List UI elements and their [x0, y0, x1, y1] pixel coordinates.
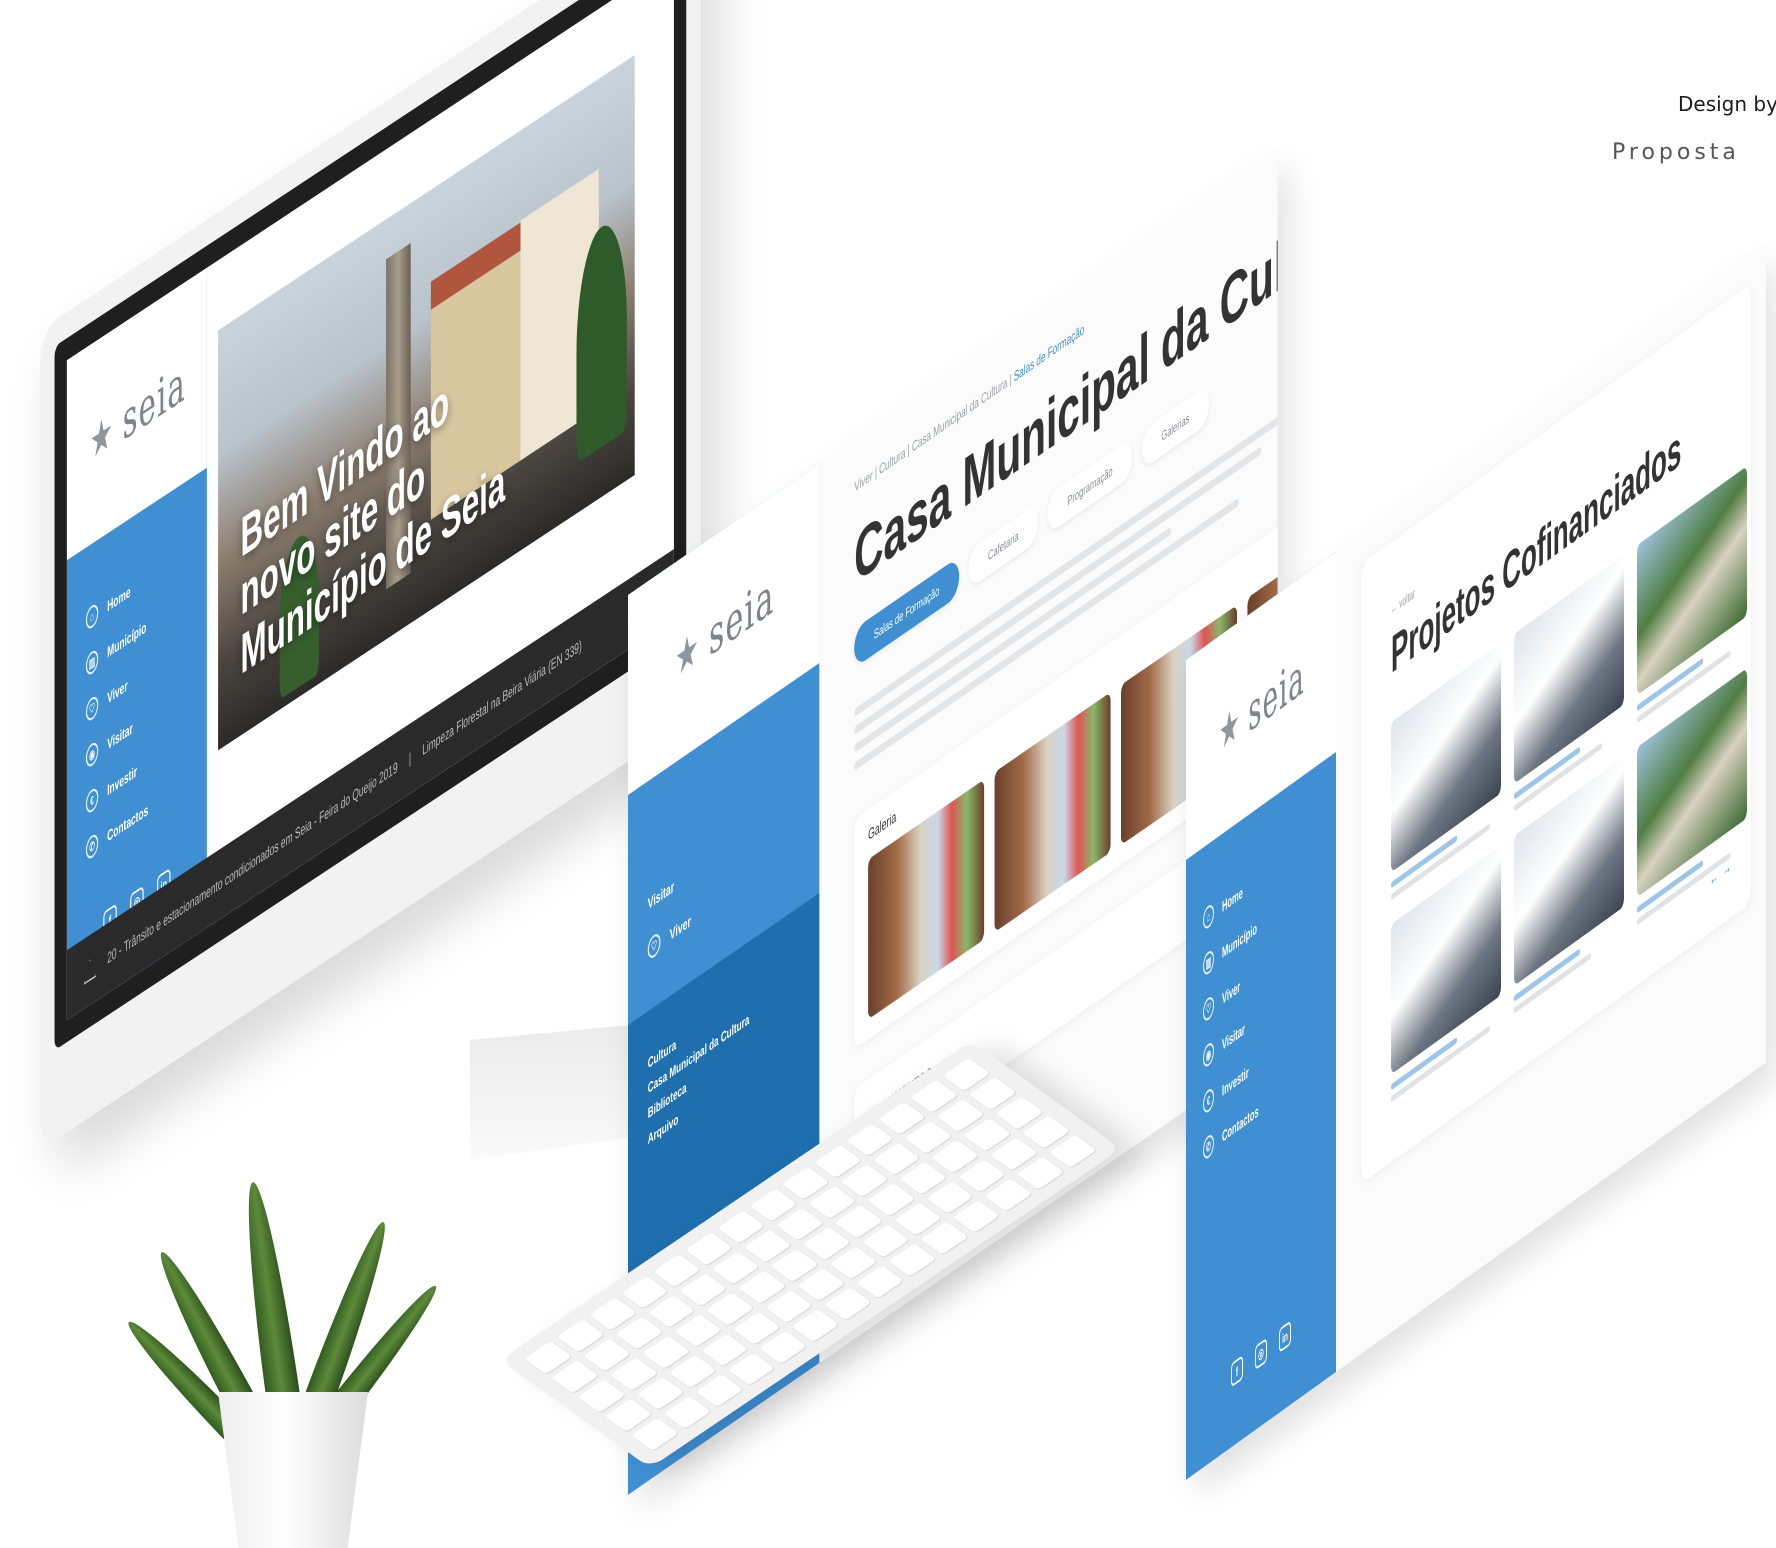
ticker-item[interactable]: Limpeza Florestal na Beira Viária (EN 33…	[422, 637, 582, 759]
home-icon: ⌂	[1203, 901, 1214, 932]
eye-icon: ◉	[1203, 1039, 1214, 1070]
projetos-menu: ⌂ Home ▥ Município ♡ Viver ◉ Visitar € Invest…	[1203, 806, 1331, 1174]
project-thumbnail	[1637, 466, 1747, 696]
monitor-bezel: seia ⌂ Home ▥ Município ♡ Viver ◉ Visitar € I…	[54, 0, 687, 1051]
plant-pot	[218, 1392, 368, 1548]
projects-grid	[1391, 466, 1747, 1103]
tab-galerias[interactable]: Galerias	[1141, 384, 1210, 470]
home-icon: ⌂	[85, 601, 99, 632]
arrow-right-icon[interactable]: →	[1723, 858, 1731, 882]
logo-text: seia	[1248, 644, 1305, 746]
linkedin-icon[interactable]: in	[1279, 1320, 1291, 1354]
menu-label: Visitar	[107, 719, 133, 754]
breadcrumb-item[interactable]: Viver	[854, 466, 872, 495]
seia-logo-icon	[673, 621, 701, 688]
page-title: Casa Municipal da Cultura	[854, 169, 1278, 598]
projetos-social: f ◎ in	[1186, 1288, 1336, 1420]
building-icon: ▥	[1203, 947, 1214, 978]
projetos-content: ← voltar Projetos Cofinanciados ← →	[1336, 242, 1766, 1372]
menu-label: Visitar	[647, 877, 675, 913]
heart-icon: ♡	[1203, 993, 1214, 1024]
menu-label: Visitar	[1222, 1020, 1245, 1054]
seia-logo-icon	[1217, 696, 1241, 761]
phone-icon: ✆	[1203, 1131, 1214, 1162]
logo-text: seia	[708, 563, 775, 670]
facebook-icon[interactable]: f	[1231, 1354, 1243, 1388]
menu-label: Home	[1222, 883, 1243, 916]
projetos-sidebar: seia ⌂ Home ▥ Município ♡ Viver ◉ Visitar € I…	[1186, 552, 1336, 1480]
gallery-thumbnail[interactable]	[994, 692, 1111, 933]
project-thumbnail	[1391, 643, 1501, 873]
heart-icon: ♡	[647, 930, 661, 962]
menu-label: Viver	[669, 912, 691, 944]
instagram-icon[interactable]: ◎	[1255, 1337, 1267, 1371]
heart-icon: ♡	[85, 693, 99, 724]
plant-leaf	[236, 1179, 302, 1413]
home-page: seia ⌂ Home ▥ Município ♡ Viver ◉ Visitar € I…	[66, 0, 674, 1021]
menu-label: Investir	[1222, 1063, 1249, 1100]
menu-label: Home	[107, 582, 131, 616]
menu-label: Investir	[107, 762, 138, 800]
warning-icon	[84, 955, 96, 985]
logo-text: seia	[122, 351, 186, 454]
menu-label: Viver	[1222, 977, 1241, 1008]
breadcrumb-item[interactable]: Cultura	[879, 444, 905, 478]
monitor: seia ⌂ Home ▥ Município ♡ Viver ◉ Visitar € I…	[40, 0, 701, 1150]
projects-card: ← voltar Projetos Cofinanciados ← →	[1361, 283, 1751, 1184]
monitor-frame: seia ⌂ Home ▥ Município ♡ Viver ◉ Visitar € I…	[40, 0, 701, 1150]
gallery-label: Galeria	[868, 808, 897, 845]
tab-cafetaria[interactable]: Cafetaria	[968, 502, 1039, 590]
home-logo[interactable]: seia	[66, 267, 207, 561]
ticker-separator: |	[408, 749, 412, 768]
menu-label: Contactos	[1222, 1102, 1259, 1146]
mockup-stage: seia ⌂ Home ▥ Município ♡ Viver ◉ Visitar € I…	[0, 0, 1776, 1548]
arrow-left-icon[interactable]: ←	[1710, 867, 1718, 891]
investment-icon: €	[1203, 1085, 1214, 1116]
investment-icon: €	[85, 785, 99, 816]
building-icon: ▥	[85, 647, 99, 678]
menu-label: Viver	[107, 676, 128, 708]
project-thumbnail	[1514, 554, 1624, 784]
home-menu: ⌂ Home ▥ Município ♡ Viver ◉ Visitar € Invest…	[85, 521, 201, 873]
phone-icon: ✆	[85, 831, 99, 862]
seia-logo-icon	[88, 405, 115, 471]
eye-icon: ◉	[85, 739, 99, 770]
